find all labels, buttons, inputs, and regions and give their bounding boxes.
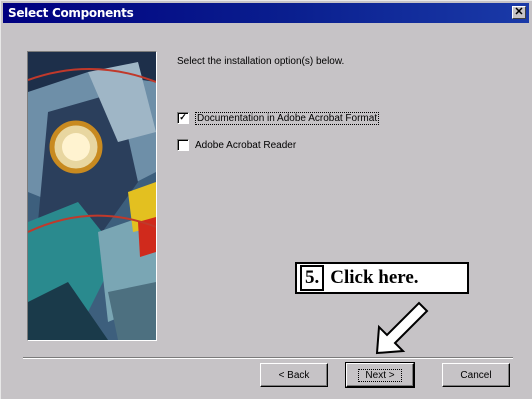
next-button[interactable]: Next > — [345, 362, 415, 388]
callout-text: Click here. — [330, 267, 419, 288]
title-bar[interactable]: Select Components ✕ — [3, 3, 529, 23]
cancel-button[interactable]: Cancel — [442, 363, 510, 387]
option-acrobat-reader[interactable]: Adobe Acrobat Reader — [177, 137, 296, 153]
back-button[interactable]: < Back — [260, 363, 328, 387]
documentation-label[interactable]: Documentation in Adobe Acrobat Format — [195, 111, 380, 125]
close-button[interactable]: ✕ — [512, 6, 526, 19]
acrobat-reader-label[interactable]: Adobe Acrobat Reader — [195, 140, 296, 151]
documentation-checkbox[interactable]: ✓ — [177, 112, 189, 124]
close-icon: ✕ — [514, 6, 524, 18]
back-button-label: < Back — [278, 369, 310, 381]
setup-dialog: Select Components ✕ Select the installat… — [0, 0, 532, 399]
step-callout: 5. Click here. — [295, 262, 469, 294]
next-button-label: Next > — [358, 368, 402, 382]
cancel-button-label: Cancel — [460, 369, 492, 381]
instruction-text: Select the installation option(s) below. — [177, 56, 345, 67]
acrobat-reader-checkbox[interactable] — [177, 139, 189, 151]
window-title: Select Components — [8, 6, 134, 20]
step-number: 5. — [300, 265, 325, 291]
pointer-arrow-icon — [375, 301, 429, 355]
wizard-artwork — [27, 51, 157, 341]
separator-line — [23, 357, 513, 359]
option-documentation[interactable]: ✓ Documentation in Adobe Acrobat Format — [177, 110, 380, 126]
